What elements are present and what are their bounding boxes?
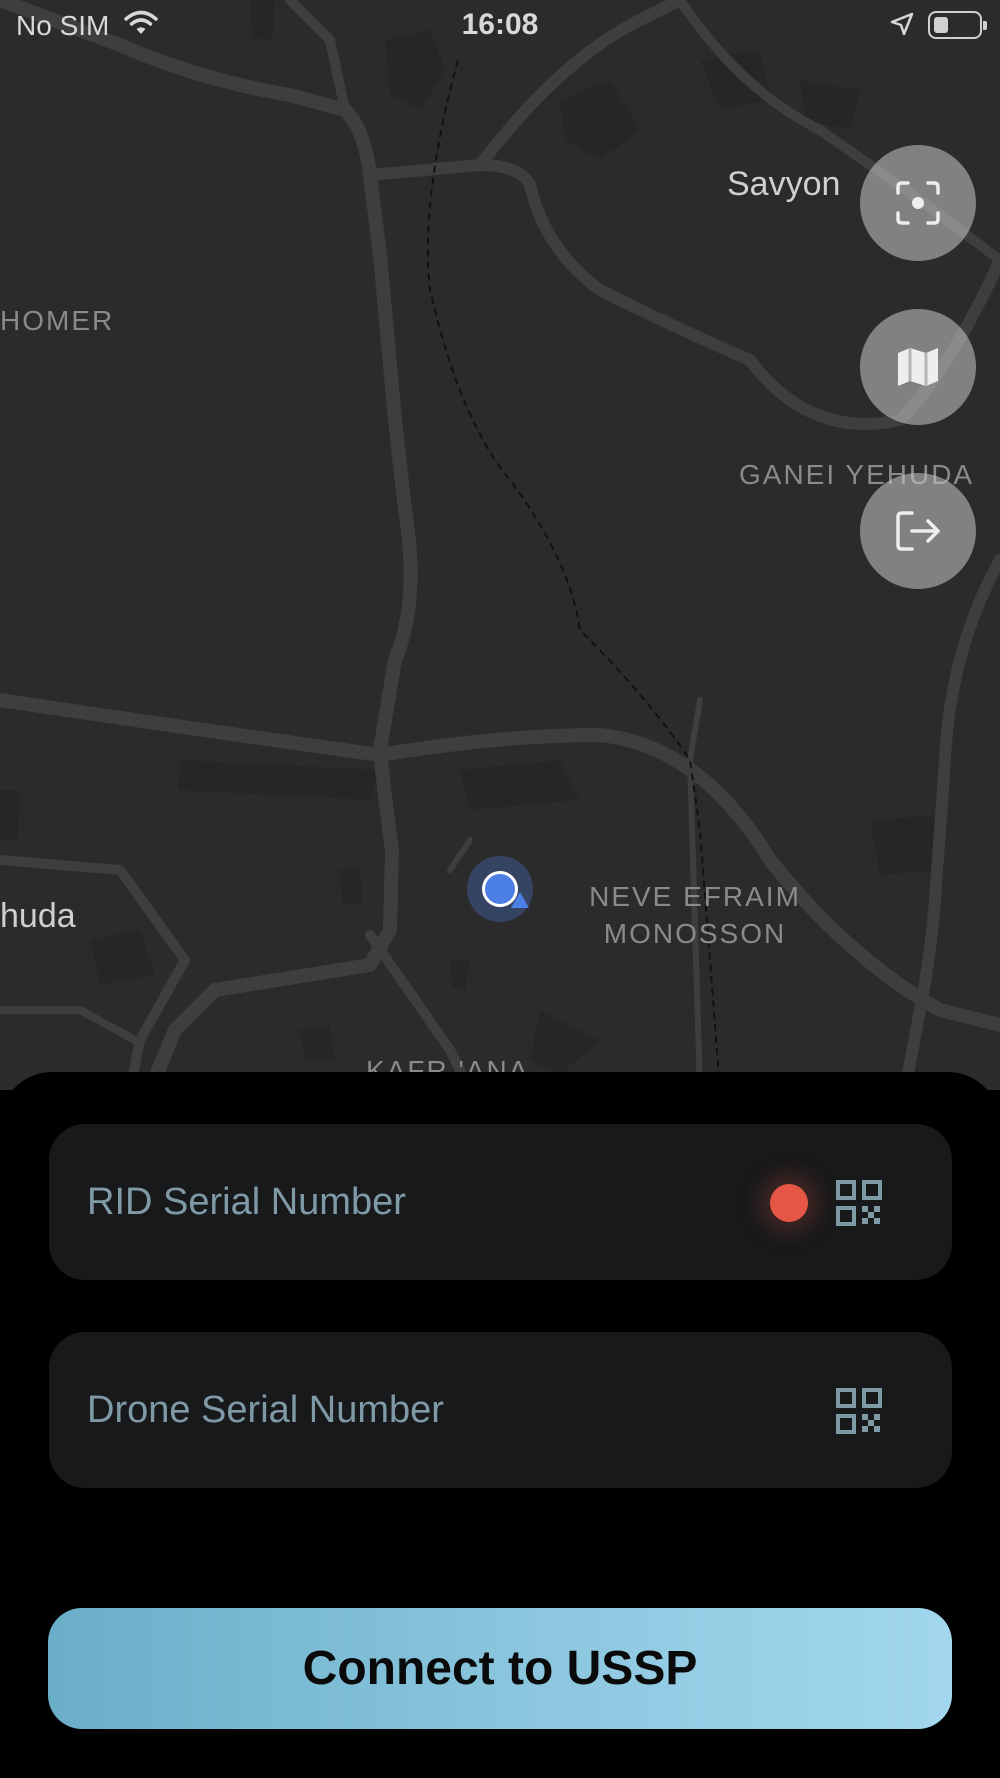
map-label-homer: HOMER [0,305,115,336]
qr-scan-icon[interactable] [836,1388,882,1434]
drone-serial-placeholder: Drone Serial Number [87,1389,444,1431]
map-label-neve-efraim-line1: NEVE EFRAIM [589,881,801,912]
connect-to-ussp-button[interactable]: Connect to USSP [48,1608,952,1729]
battery-nub [983,21,987,30]
location-services-icon [890,12,914,36]
logout-button[interactable] [860,473,976,589]
status-bar: No SIM 16:08 [0,0,1000,50]
map-view[interactable]: HOMER Savyon GANEI YEHUDA huda NEVE EFRA… [0,0,1000,1090]
battery-level [934,17,948,33]
connect-button-label: Connect to USSP [302,1642,698,1695]
rid-status-indicator [770,1184,808,1222]
qr-scan-icon[interactable] [836,1180,882,1226]
rid-serial-placeholder: RID Serial Number [87,1181,406,1223]
map-label-savyon: Savyon [727,165,841,203]
map-icon [898,348,938,386]
drone-serial-field[interactable]: Drone Serial Number [49,1332,952,1488]
map-layers-button[interactable] [860,309,976,425]
focus-location-button[interactable] [860,145,976,261]
battery-icon [928,11,987,39]
user-location-marker [467,856,533,922]
focus-location-icon [896,181,940,225]
clock: 16:08 [461,8,539,41]
logout-icon [896,511,940,551]
map-roads [0,0,1000,1090]
heading-indicator-icon [511,892,529,908]
map-label-neve-efraim-line2: MONOSSON [603,918,787,949]
map-label-neve-efraim: NEVE EFRAIM MONOSSON [572,878,818,952]
rid-serial-field[interactable]: RID Serial Number [49,1124,952,1280]
map-label-yehuda: huda [0,897,76,935]
